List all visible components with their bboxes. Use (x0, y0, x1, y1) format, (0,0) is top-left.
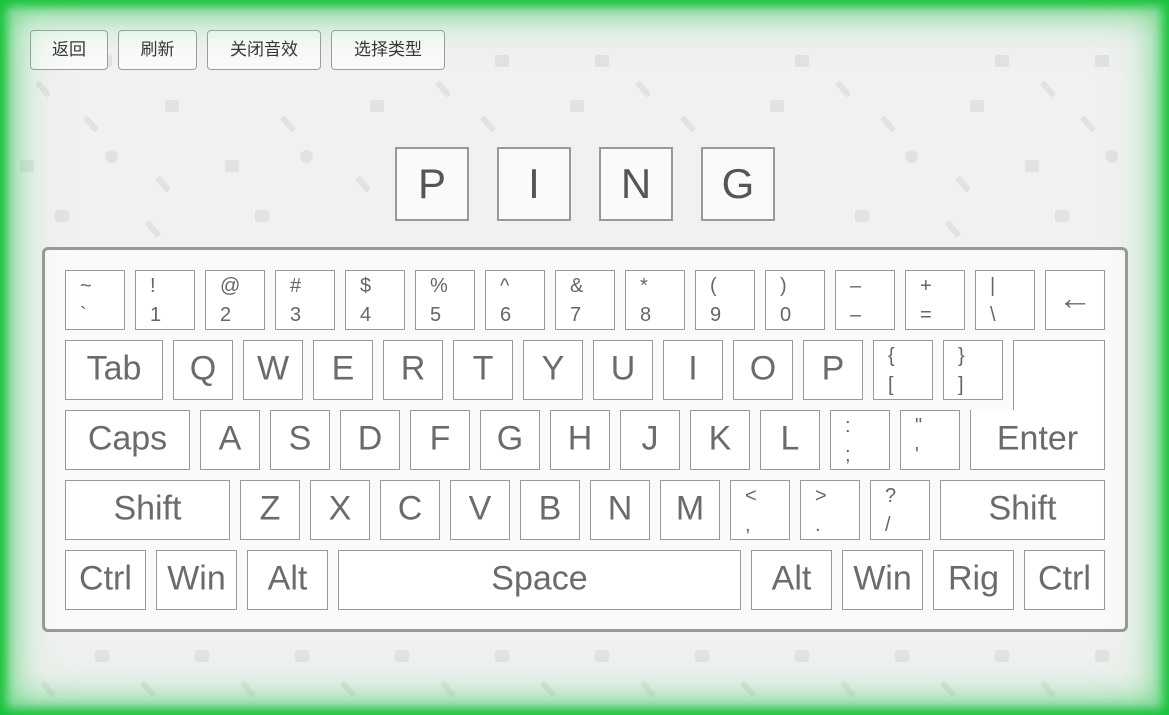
word-letter: I (497, 147, 571, 221)
key-i[interactable]: I (663, 340, 723, 400)
key-u[interactable]: U (593, 340, 653, 400)
key-9[interactable]: (9 (695, 270, 755, 330)
toolbar: 返回 刷新 关闭音效 选择类型 (30, 30, 455, 70)
back-button[interactable]: 返回 (30, 30, 108, 70)
key-e[interactable]: E (313, 340, 373, 400)
key-backspace[interactable]: ← (1045, 270, 1105, 330)
key-backslash[interactable]: | \ (975, 270, 1035, 330)
key-backtick[interactable]: ~ ` (65, 270, 125, 330)
key-8[interactable]: * 8 (625, 270, 685, 330)
word-letter: G (701, 147, 775, 221)
key-y[interactable]: Y (523, 340, 583, 400)
key-v[interactable]: V (450, 480, 510, 540)
key-semicolon[interactable]: :; (830, 410, 890, 470)
key-left-alt[interactable]: Alt (247, 550, 328, 610)
key-f[interactable]: F (410, 410, 470, 470)
key-comma[interactable]: <, (730, 480, 790, 540)
key-slash[interactable]: ? / (870, 480, 930, 540)
target-word: P I N G (395, 147, 803, 221)
word-letter: P (395, 147, 469, 221)
key-2[interactable]: @2 (205, 270, 265, 330)
key-c[interactable]: C (380, 480, 440, 540)
key-z[interactable]: Z (240, 480, 300, 540)
key-s[interactable]: S (270, 410, 330, 470)
key-left-win[interactable]: Win (156, 550, 237, 610)
key-0[interactable]: ) 0 (765, 270, 825, 330)
key-right-bracket[interactable]: }] (943, 340, 1003, 400)
refresh-button[interactable]: 刷新 (118, 30, 197, 70)
key-j[interactable]: J (620, 410, 680, 470)
key-5[interactable]: % 5 (415, 270, 475, 330)
key-caps[interactable]: Caps (65, 410, 190, 470)
key-1[interactable]: ! 1 (135, 270, 195, 330)
key-7[interactable]: & 7 (555, 270, 615, 330)
word-letter: N (599, 147, 673, 221)
key-o[interactable]: O (733, 340, 793, 400)
key-l[interactable]: L (760, 410, 820, 470)
key-enter[interactable]: Enter (970, 410, 1105, 470)
key-space[interactable]: Space (338, 550, 741, 610)
select-type-button[interactable]: 选择类型 (331, 30, 445, 70)
key-left-shift[interactable]: Shift (65, 480, 230, 540)
key-right-shift[interactable]: Shift (940, 480, 1105, 540)
virtual-keyboard: ~ ` ! 1 @2 #3 $4 % 5 ^ 6 & 7 * 8 (9 ) 0 – – + = |… (42, 247, 1128, 632)
key-x[interactable]: X (310, 480, 370, 540)
key-right-alt[interactable]: Alt (751, 550, 832, 610)
key-left-ctrl[interactable]: Ctrl (65, 550, 146, 610)
key-left-bracket[interactable]: {[ (873, 340, 933, 400)
key-right-win[interactable]: Win (842, 550, 923, 610)
backspace-arrow-icon: ← (1058, 279, 1092, 318)
key-b[interactable]: B (520, 480, 580, 540)
key-3[interactable]: #3 (275, 270, 335, 330)
key-4[interactable]: $4 (345, 270, 405, 330)
key-right-ctrl[interactable]: Ctrl (1024, 550, 1105, 610)
key-d[interactable]: D (340, 410, 400, 470)
key-g[interactable]: G (480, 410, 540, 470)
key-minus[interactable]: – – (835, 270, 895, 330)
key-tab[interactable]: Tab (65, 340, 163, 400)
key-equals[interactable]: + = (905, 270, 965, 330)
key-p[interactable]: P (803, 340, 863, 400)
key-k[interactable]: K (690, 410, 750, 470)
key-quote[interactable]: " ' (900, 410, 960, 470)
key-h[interactable]: H (550, 410, 610, 470)
key-m[interactable]: M (660, 480, 720, 540)
key-n[interactable]: N (590, 480, 650, 540)
sound-toggle-button[interactable]: 关闭音效 (207, 30, 321, 70)
key-rig[interactable]: Rig (933, 550, 1014, 610)
key-t[interactable]: T (453, 340, 513, 400)
key-6[interactable]: ^ 6 (485, 270, 545, 330)
key-enter-upper[interactable] (1013, 340, 1105, 411)
key-q[interactable]: Q (173, 340, 233, 400)
key-a[interactable]: A (200, 410, 260, 470)
key-period[interactable]: >. (800, 480, 860, 540)
key-r[interactable]: R (383, 340, 443, 400)
key-w[interactable]: W (243, 340, 303, 400)
